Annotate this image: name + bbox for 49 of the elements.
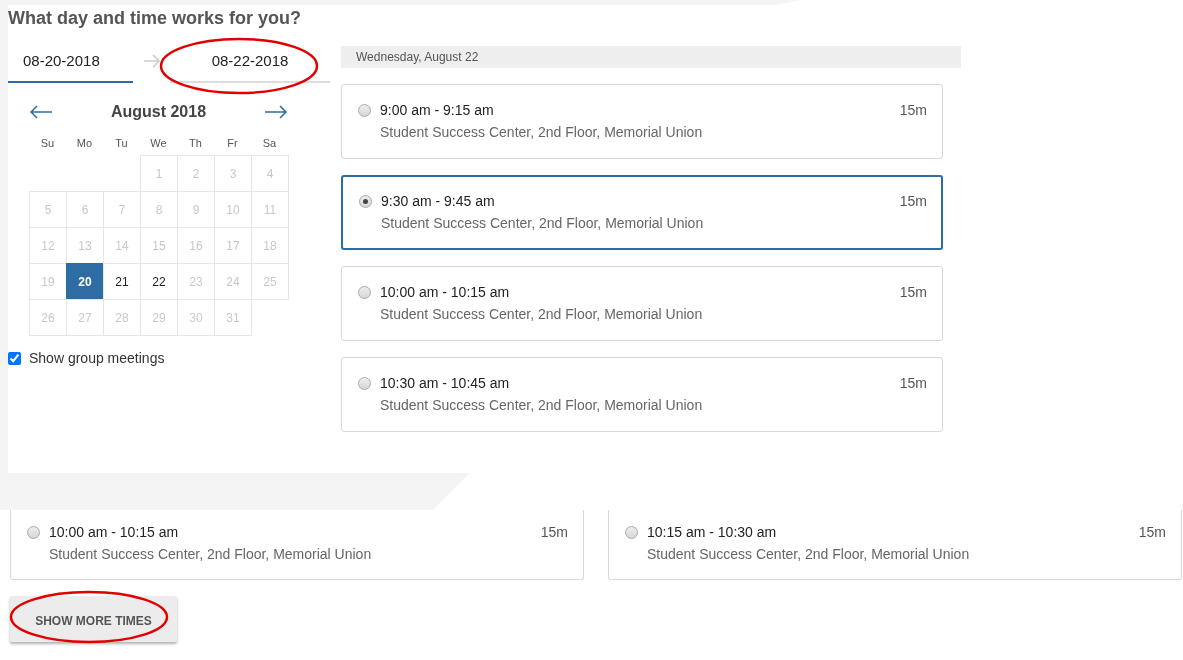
time-range: 10:00 am - 10:15 am [49, 524, 180, 540]
show-more-button[interactable]: SHOW MORE TIMES [10, 596, 177, 642]
time-slot-card[interactable]: 10:30 am - 10:45 am 15m Student Success Center, 2nd Floor, Memorial Union [341, 357, 943, 432]
weekday-label: We [149, 137, 168, 149]
weekday-label: Sa [261, 137, 278, 149]
duration-label: 15m [899, 102, 927, 118]
calendar-day[interactable]: 20 [66, 263, 104, 300]
date-field[interactable]: 08-20-2018 [8, 44, 133, 83]
location-text: Student Success Center, 2nd Floor, Memorial Union [49, 546, 373, 562]
location-text: Student Success Center, 2nd Floor, Memorial Union [381, 215, 705, 231]
weekday-label: Su [39, 137, 56, 149]
radio-button[interactable] [358, 377, 371, 390]
time-slot-card[interactable]: 10:15 am - 10:30 am 15m Student Success Center, 2nd Floor, Memorial Union [608, 510, 1182, 580]
arrow-icon [142, 54, 161, 68]
time-range: 10:00 am - 10:15 am [380, 284, 511, 300]
time-slot-card[interactable]: 9:30 am - 9:45 am 15m Student Success Center, 2nd Floor, Memorial Union [341, 175, 943, 250]
checkbox[interactable] [8, 351, 21, 365]
time-range: 9:00 am - 9:15 am [380, 102, 495, 118]
time-range: 9:30 am - 9:45 am [381, 193, 496, 209]
time-slot-card[interactable]: 9:00 am - 9:15 am 15m Student Success Center, 2nd Floor, Memorial Union [341, 84, 943, 159]
radio-button[interactable] [358, 286, 371, 299]
location-text: Student Success Center, 2nd Floor, Memorial Union [380, 124, 704, 140]
time-slot-card[interactable]: 10:00 am - 10:15 am 15m Student Success Center, 2nd Floor, Memorial Union [10, 510, 584, 580]
weekday-label: Th [188, 137, 203, 149]
date-field[interactable]: 08-22-2018 [170, 44, 330, 83]
weekday-label: Fr [226, 137, 239, 149]
day-header: Wednesday, August 22 [341, 46, 961, 68]
page-title: What day and time works for you? [8, 8, 303, 30]
location-text: Student Success Center, 2nd Floor, Memorial Union [380, 397, 704, 413]
radio-button[interactable] [625, 526, 638, 539]
location-text: Student Success Center, 2nd Floor, Memorial Union [380, 306, 704, 322]
duration-label: 15m [899, 193, 927, 209]
time-range: 10:15 am - 10:30 am [647, 524, 778, 540]
duration-label: 15m [540, 524, 568, 540]
weekday-label: Tu [114, 137, 129, 149]
duration-label: 15m [1138, 524, 1166, 540]
checkbox-label[interactable]: Show group meetings [29, 350, 165, 366]
previous-month-button[interactable] [29, 105, 53, 119]
radio-button[interactable] [27, 526, 40, 539]
radio-button[interactable] [359, 195, 372, 208]
next-month-button[interactable] [264, 105, 288, 119]
duration-label: 15m [899, 375, 927, 391]
time-range: 10:30 am - 10:45 am [380, 375, 511, 391]
duration-label: 15m [899, 284, 927, 300]
month-title: August 2018 [110, 103, 207, 121]
time-slot-card[interactable]: 10:00 am - 10:15 am 15m Student Success Center, 2nd Floor, Memorial Union [341, 266, 943, 341]
weekday-label: Mo [75, 137, 94, 149]
location-text: Student Success Center, 2nd Floor, Memorial Union [647, 546, 971, 562]
radio-button[interactable] [358, 104, 371, 117]
